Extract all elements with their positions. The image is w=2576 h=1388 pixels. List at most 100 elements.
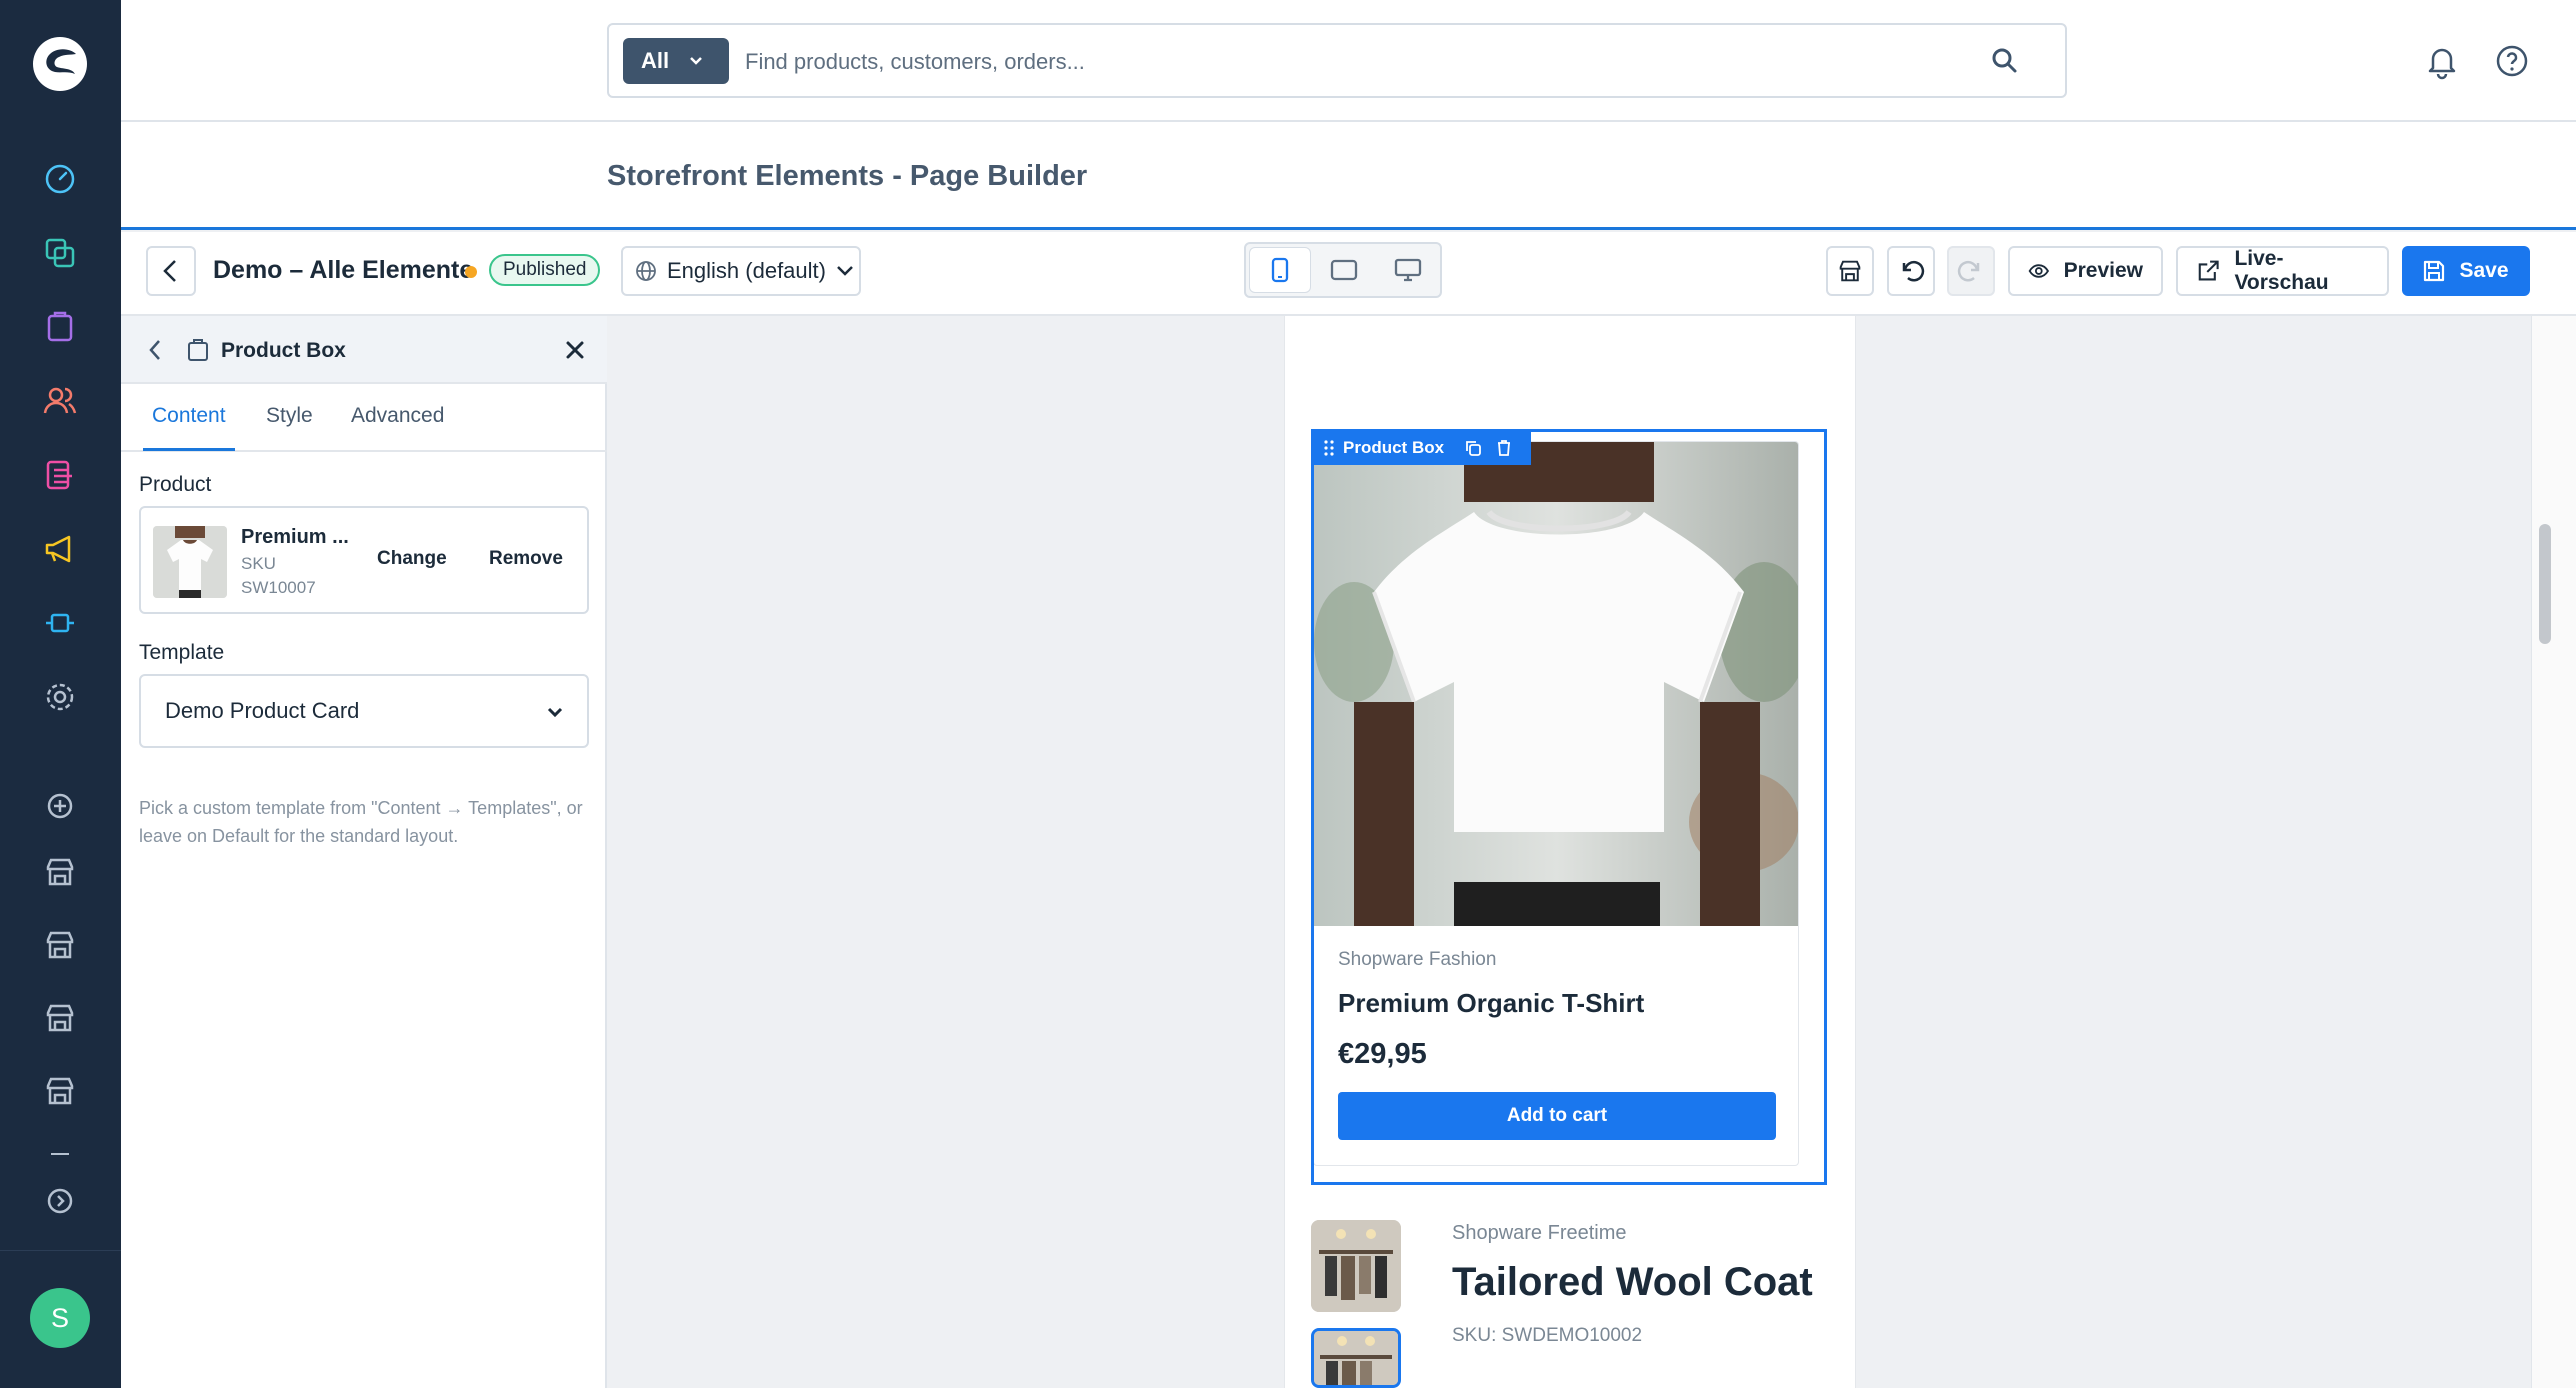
template-value: Demo Product Card — [165, 698, 360, 723]
storefront-icon[interactable] — [36, 921, 84, 969]
tab-style[interactable]: Style — [266, 404, 313, 428]
settings-icon[interactable] — [36, 673, 84, 721]
element-settings-panel: Product Box Content Style Advanced Produ… — [121, 316, 607, 1388]
back-button[interactable] — [146, 246, 196, 296]
unsaved-indicator — [465, 266, 477, 278]
page-header: Storefront Elements - Page Builder — [121, 122, 2576, 230]
preview-button[interactable]: Preview — [2008, 246, 2163, 296]
delete-icon[interactable] — [1496, 439, 1512, 457]
device-mobile-button[interactable] — [1250, 248, 1310, 292]
product-thumbnail — [153, 526, 227, 598]
globe-icon — [636, 261, 656, 281]
product-sku-label: SKU — [241, 554, 276, 573]
catalogue-icon[interactable] — [36, 229, 84, 277]
selection-outline — [1311, 429, 1827, 1185]
gallery-thumbnail[interactable] — [1311, 1220, 1401, 1312]
panel-header: Product Box — [121, 316, 607, 384]
desktop-icon — [1394, 258, 1422, 282]
device-switcher — [1244, 242, 1442, 298]
status-badge: Published — [489, 254, 601, 286]
expand-menu-icon[interactable] — [36, 1177, 84, 1225]
external-link-icon — [2198, 260, 2219, 281]
next-product-manufacturer: Shopware Freetime — [1452, 1222, 1627, 1244]
product-field-label: Product — [139, 473, 212, 496]
help-icon[interactable] — [2493, 42, 2531, 80]
save-button[interactable]: Save — [2402, 246, 2530, 296]
marketing-icon[interactable] — [36, 525, 84, 573]
scrollbar-thumb[interactable] — [2539, 524, 2551, 644]
admin-sidebar: S — [0, 0, 121, 1388]
device-tablet-button[interactable] — [1314, 248, 1374, 292]
orders-icon[interactable] — [36, 303, 84, 351]
remove-product-button[interactable]: Remove — [489, 548, 563, 570]
panel-tabs: Content Style Advanced — [121, 384, 607, 452]
selection-label: Product Box — [1343, 438, 1445, 457]
template-help-text: Pick a custom template from "Content → T… — [139, 798, 583, 846]
preview-label: Preview — [2063, 259, 2143, 282]
tab-content[interactable]: Content — [152, 404, 226, 428]
storefront-icon[interactable] — [36, 1067, 84, 1115]
change-product-button[interactable]: Change — [377, 548, 447, 570]
redo-icon — [1957, 261, 1980, 282]
content-icon[interactable] — [36, 451, 84, 499]
rail-divider — [51, 1153, 69, 1155]
chevron-down-icon — [547, 707, 563, 718]
selected-product-card: Premium ... SKU SW10007 Change Remove — [139, 506, 589, 614]
product-sku: SW10007 — [241, 578, 316, 597]
mobile-icon — [1271, 257, 1289, 283]
extensions-icon[interactable] — [36, 599, 84, 647]
rail-footer-divider — [0, 1250, 121, 1251]
search-scope-label: All — [641, 48, 670, 73]
language-value: English (default) — [667, 258, 826, 283]
drag-handle-icon[interactable] — [1323, 439, 1335, 457]
device-desktop-button[interactable] — [1378, 248, 1438, 292]
product-box-icon — [188, 339, 208, 361]
add-sales-channel-icon[interactable] — [36, 782, 84, 830]
save-icon — [2424, 260, 2445, 282]
tab-advanced[interactable]: Advanced — [351, 404, 444, 428]
page-builder-canvas: Shopware Fashion Premium Organic T-Shirt… — [607, 316, 2531, 1388]
selection-toolbar: Product Box — [1313, 431, 1531, 465]
duplicate-icon[interactable] — [1464, 439, 1482, 457]
panel-title: Product Box — [221, 339, 346, 362]
redo-button[interactable] — [1947, 246, 1995, 296]
product-name: Premium ... — [241, 526, 349, 548]
storefront-icon — [1839, 260, 1861, 282]
editor-toolbar: Demo – Alle Elemente Published English (… — [121, 232, 2576, 316]
close-icon[interactable] — [565, 340, 585, 360]
shopware-logo[interactable] — [30, 34, 90, 94]
search-input[interactable] — [745, 39, 1975, 85]
live-preview-button[interactable]: Live-Vorschau — [2176, 246, 2389, 296]
undo-icon — [1902, 261, 1925, 282]
chevron-left-icon[interactable] — [147, 338, 163, 362]
canvas-scrollbar[interactable] — [2531, 316, 2576, 1388]
template-select[interactable]: Demo Product Card — [139, 674, 589, 748]
next-product-title: Tailored Wool Coat — [1452, 1260, 1813, 1304]
bell-icon[interactable] — [2423, 42, 2461, 80]
undo-button[interactable] — [1887, 246, 1935, 296]
template-field-label: Template — [139, 641, 225, 664]
global-search: All — [607, 23, 2067, 98]
chevron-down-icon — [690, 57, 703, 65]
storefront-icon[interactable] — [36, 994, 84, 1042]
next-product-sku: SKU: SWDEMO10002 — [1452, 1325, 1643, 1346]
sales-channel-button[interactable] — [1826, 246, 1874, 296]
eye-icon — [2028, 264, 2050, 278]
tablet-icon — [1330, 259, 1358, 281]
customers-icon[interactable] — [36, 377, 84, 425]
user-avatar[interactable]: S — [30, 1288, 90, 1348]
save-label: Save — [2459, 259, 2509, 282]
document-name: Demo – Alle Elemente — [213, 256, 474, 284]
search-scope-dropdown[interactable]: All — [623, 38, 729, 84]
chevron-left-icon — [163, 260, 176, 282]
chevron-down-icon — [837, 266, 853, 276]
live-preview-label: Live-Vorschau — [2234, 247, 2329, 294]
search-icon[interactable] — [1989, 45, 2021, 77]
gallery-thumbnail-active[interactable] — [1311, 1328, 1401, 1388]
language-select[interactable]: English (default) — [621, 246, 861, 296]
dashboard-icon[interactable] — [36, 155, 84, 203]
top-bar: All — [121, 0, 2576, 122]
page-title: Storefront Elements - Page Builder — [607, 160, 1088, 192]
storefront-icon[interactable] — [36, 848, 84, 896]
active-tab-indicator — [143, 448, 235, 451]
